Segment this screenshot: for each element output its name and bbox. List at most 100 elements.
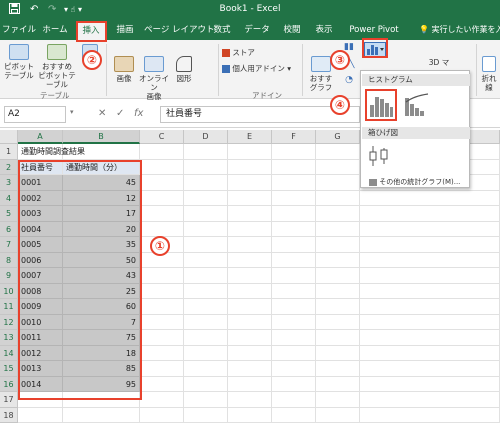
online-image-button[interactable]: オンライン 画像 bbox=[138, 56, 170, 101]
cancel-icon[interactable]: ✕ bbox=[98, 108, 106, 119]
tab-file[interactable]: ファイル bbox=[2, 20, 36, 40]
cell[interactable] bbox=[360, 237, 500, 253]
cell[interactable] bbox=[316, 237, 360, 253]
sparkline-line-button[interactable]: 折れ線 bbox=[478, 56, 500, 92]
cell[interactable] bbox=[272, 299, 316, 315]
row-header[interactable]: 13 bbox=[0, 330, 18, 346]
cell[interactable] bbox=[272, 206, 316, 222]
cell[interactable] bbox=[272, 175, 316, 191]
cell[interactable] bbox=[140, 268, 184, 284]
cell[interactable] bbox=[140, 407, 184, 423]
cell[interactable] bbox=[228, 392, 272, 408]
cell[interactable] bbox=[316, 392, 360, 408]
cell[interactable] bbox=[184, 299, 228, 315]
cell[interactable] bbox=[140, 283, 184, 299]
cell[interactable] bbox=[184, 252, 228, 268]
cell[interactable] bbox=[316, 159, 360, 175]
name-box[interactable]: A2 bbox=[4, 106, 66, 123]
tell-me-box[interactable]: 💡 実行したい作業を入力し bbox=[419, 24, 500, 35]
enter-icon[interactable]: ✓ bbox=[116, 108, 124, 119]
cell[interactable] bbox=[228, 268, 272, 284]
cell[interactable] bbox=[184, 159, 228, 175]
cell[interactable] bbox=[184, 221, 228, 237]
column-header-c[interactable]: C bbox=[140, 130, 184, 144]
cell[interactable] bbox=[140, 175, 184, 191]
cell[interactable] bbox=[272, 407, 316, 423]
row-header[interactable]: 6 bbox=[0, 221, 18, 237]
row-header[interactable]: 4 bbox=[0, 190, 18, 206]
tab-data[interactable]: データ bbox=[242, 20, 272, 40]
histogram-chart-option[interactable] bbox=[365, 89, 397, 121]
cell[interactable] bbox=[140, 221, 184, 237]
row-header[interactable]: 14 bbox=[0, 345, 18, 361]
cell[interactable] bbox=[272, 345, 316, 361]
cell[interactable] bbox=[228, 314, 272, 330]
cell[interactable] bbox=[184, 283, 228, 299]
column-header-a[interactable]: A bbox=[18, 130, 63, 144]
cell[interactable] bbox=[316, 144, 360, 160]
cell[interactable] bbox=[272, 144, 316, 160]
cell[interactable] bbox=[360, 330, 500, 346]
cell[interactable] bbox=[272, 392, 316, 408]
cell[interactable] bbox=[272, 283, 316, 299]
cell[interactable] bbox=[272, 330, 316, 346]
cell[interactable] bbox=[360, 252, 500, 268]
cell[interactable] bbox=[316, 206, 360, 222]
cell[interactable] bbox=[184, 144, 228, 160]
more-statistic-charts-link[interactable]: その他の統計グラフ(M)... bbox=[369, 177, 460, 187]
row-header[interactable]: 3 bbox=[0, 175, 18, 191]
cell[interactable] bbox=[140, 330, 184, 346]
row-header[interactable]: 11 bbox=[0, 299, 18, 315]
tab-formulas[interactable]: 数式 bbox=[210, 20, 234, 40]
cell[interactable] bbox=[316, 376, 360, 392]
cell[interactable] bbox=[140, 392, 184, 408]
recommended-pivot-button[interactable]: おすすめ ピボットテーブル bbox=[36, 44, 78, 89]
column-header-d[interactable]: D bbox=[184, 130, 228, 144]
column-header-b[interactable]: B bbox=[63, 130, 140, 144]
cell[interactable] bbox=[272, 159, 316, 175]
cell[interactable] bbox=[228, 407, 272, 423]
row-header[interactable]: 12 bbox=[0, 314, 18, 330]
cell[interactable] bbox=[316, 252, 360, 268]
personal-addin-button[interactable]: 個人用アドイン ▾ bbox=[222, 64, 291, 73]
sheet-title-cell[interactable]: 通勤時間調査結果 bbox=[18, 144, 85, 160]
cell[interactable] bbox=[184, 330, 228, 346]
cell[interactable] bbox=[184, 190, 228, 206]
shape-button[interactable]: 図形 bbox=[172, 56, 196, 83]
cell[interactable] bbox=[316, 299, 360, 315]
column-header-f[interactable]: F bbox=[272, 130, 316, 144]
cell[interactable] bbox=[316, 345, 360, 361]
cell[interactable] bbox=[184, 376, 228, 392]
pivot-table-button[interactable]: ピボット テーブル bbox=[2, 44, 36, 80]
tab-draw[interactable]: 描画 bbox=[112, 20, 138, 40]
cell[interactable] bbox=[316, 283, 360, 299]
cell[interactable] bbox=[316, 175, 360, 191]
boxwhisker-chart-option[interactable] bbox=[365, 143, 393, 169]
cell[interactable] bbox=[272, 237, 316, 253]
row-header[interactable]: 15 bbox=[0, 361, 18, 377]
cell[interactable] bbox=[360, 221, 500, 237]
row-header[interactable]: 16 bbox=[0, 376, 18, 392]
row-header[interactable]: 10 bbox=[0, 283, 18, 299]
cell[interactable] bbox=[272, 361, 316, 377]
cell[interactable] bbox=[360, 314, 500, 330]
cell[interactable] bbox=[184, 206, 228, 222]
cell[interactable] bbox=[184, 361, 228, 377]
cell[interactable] bbox=[140, 299, 184, 315]
cell[interactable] bbox=[184, 314, 228, 330]
cell[interactable] bbox=[360, 268, 500, 284]
cell[interactable] bbox=[63, 144, 140, 160]
tab-view[interactable]: 表示 bbox=[312, 20, 336, 40]
cell[interactable] bbox=[140, 206, 184, 222]
cell[interactable] bbox=[184, 345, 228, 361]
cell[interactable] bbox=[360, 345, 500, 361]
cell[interactable] bbox=[316, 221, 360, 237]
map-3d-button[interactable]: 3D マ bbox=[428, 58, 450, 67]
cell[interactable] bbox=[360, 283, 500, 299]
cell[interactable] bbox=[140, 361, 184, 377]
cell[interactable] bbox=[184, 407, 228, 423]
cell[interactable] bbox=[272, 314, 316, 330]
cell[interactable] bbox=[360, 206, 500, 222]
cell[interactable] bbox=[360, 407, 500, 423]
column-header-g[interactable]: G bbox=[316, 130, 360, 144]
